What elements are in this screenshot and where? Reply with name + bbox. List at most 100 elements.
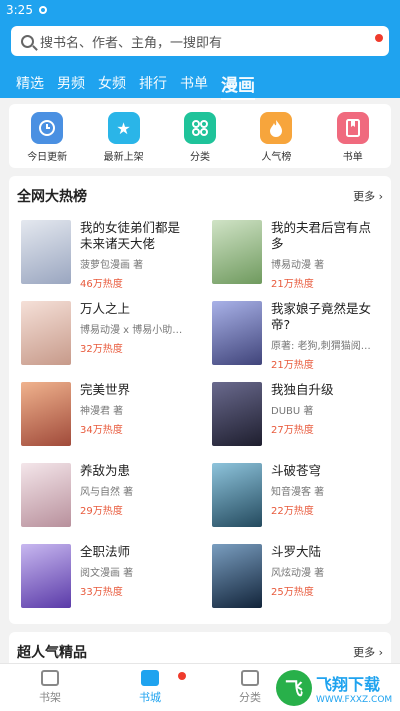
book-cover xyxy=(21,301,71,365)
book-item[interactable]: 斗破苍穹知音漫客 著 22万热度 xyxy=(200,459,390,531)
book-heat: 32万热度 xyxy=(80,344,123,355)
hot-ranking-section: 全网大热榜 更多 › 我的女徒弟们都是未来诸天大佬菠萝包漫画 著 46万热度 我的… xyxy=(9,176,391,624)
more-link[interactable]: 更多 › xyxy=(353,644,383,660)
search-input[interactable]: 搜书名、作者、主角，一搜即有 xyxy=(11,26,389,56)
book-author: DUBU 著 xyxy=(271,406,314,417)
book-item[interactable]: 全职法师阅文漫画 著 33万热度 xyxy=(9,540,199,612)
book-heat: 25万热度 xyxy=(271,587,314,598)
search-icon xyxy=(21,34,34,48)
book-heat: 34万热度 xyxy=(80,425,123,436)
watermark-text: 飞翔下载 xyxy=(316,675,381,694)
book-author: 博易动漫 x 博易小助手... xyxy=(80,325,188,336)
book-author: 风与自然 著 xyxy=(80,487,134,498)
book-title: 我家娘子竟然是女帝? xyxy=(271,301,372,332)
book-author: 知音漫客 著 xyxy=(271,487,325,498)
shortcut-category[interactable]: 分类 xyxy=(165,112,235,168)
book-item[interactable]: 斗罗大陆风炫动漫 著 25万热度 xyxy=(200,540,390,612)
grid-icon xyxy=(241,670,259,686)
shortcut-today-update[interactable]: 今日更新 xyxy=(12,112,82,168)
book-heat: 27万热度 xyxy=(271,425,314,436)
book-item[interactable]: 养敌为患风与自然 著 29万热度 xyxy=(9,459,199,531)
shortcut-booklist[interactable]: 书单 xyxy=(318,112,388,168)
book-cover xyxy=(21,382,71,446)
book-title: 我的夫君后宫有点多 xyxy=(271,220,372,251)
notification-icon xyxy=(38,6,47,14)
book-heat: 22万热度 xyxy=(271,506,314,517)
watermark: 飞 飞翔下载 WWW.FXXZ.COM xyxy=(276,668,394,708)
tab-female[interactable]: 女频 xyxy=(98,73,126,93)
nav-label: 分类 xyxy=(239,691,261,704)
book-author: 风炫动漫 著 xyxy=(271,568,325,579)
book-cover xyxy=(21,544,71,608)
book-heat: 33万热度 xyxy=(80,587,123,598)
nav-bookstore[interactable]: 书城 xyxy=(100,664,200,711)
book-cover xyxy=(212,544,262,608)
book-cover xyxy=(212,382,262,446)
shortcut-label: 书单 xyxy=(342,152,363,163)
book-author: 博易动漫 著 xyxy=(271,260,325,271)
header: 搜书名、作者、主角，一搜即有 精选 男频 女频 排行 书单 漫画 xyxy=(0,20,400,100)
book-title: 完美世界 xyxy=(80,382,131,397)
book-title: 我独自升级 xyxy=(271,382,334,397)
search-placeholder: 搜书名、作者、主角，一搜即有 xyxy=(40,35,223,51)
book-heat: 29万热度 xyxy=(80,506,123,517)
more-link[interactable]: 更多 › xyxy=(353,188,383,204)
watermark-logo-icon: 飞 xyxy=(276,670,312,706)
shortcut-popular[interactable]: 人气榜 xyxy=(241,112,311,168)
book-author: 原著: 老狗,刺猬猫阅读,... xyxy=(271,341,379,352)
book-icon xyxy=(336,112,369,144)
book-item[interactable]: 我的女徒弟们都是未来诸天大佬菠萝包漫画 著 46万热度 xyxy=(9,216,199,290)
nav-label: 书城 xyxy=(139,691,161,704)
fire-icon xyxy=(260,112,293,144)
tab-ranking[interactable]: 排行 xyxy=(139,73,167,93)
status-time: 3:25 xyxy=(6,3,33,17)
status-bar: 3:25 xyxy=(0,0,400,20)
nav-bookshelf[interactable]: 书架 xyxy=(0,664,100,711)
tab-male[interactable]: 男频 xyxy=(57,73,85,93)
book-heat: 21万热度 xyxy=(271,279,314,290)
bookshelf-icon xyxy=(41,670,59,686)
book-title: 全职法师 xyxy=(80,544,131,559)
star-box-icon: ★ xyxy=(107,112,140,144)
nav-label: 书架 xyxy=(39,691,61,704)
tab-featured[interactable]: 精选 xyxy=(16,73,44,93)
top-tabs: 精选 男频 女频 排行 书单 漫画 xyxy=(0,68,400,100)
book-cover xyxy=(212,220,262,284)
book-cover xyxy=(21,220,71,284)
shortcut-new-arrivals[interactable]: ★ 最新上架 xyxy=(89,112,159,168)
section-title: 全网大热榜 xyxy=(17,189,87,205)
book-author: 菠萝包漫画 著 xyxy=(80,260,144,271)
book-title: 斗罗大陆 xyxy=(271,544,322,559)
book-title: 养敌为患 xyxy=(80,463,131,478)
tab-comics[interactable]: 漫画 xyxy=(221,71,255,100)
book-item[interactable]: 万人之上博易动漫 x 博易小助手... 32万热度 xyxy=(9,297,199,369)
book-item[interactable]: 我家娘子竟然是女帝? 原著: 老狗,刺猬猫阅读,... 21万热度 xyxy=(200,297,390,371)
grid-icon xyxy=(183,112,216,144)
shortcut-label: 分类 xyxy=(189,152,210,163)
book-item[interactable]: 完美世界神漫君 著 34万热度 xyxy=(9,378,199,450)
book-item[interactable]: 我的夫君后宫有点多博易动漫 著 21万热度 xyxy=(200,216,390,290)
book-author: 神漫君 著 xyxy=(80,406,124,417)
section-header: 全网大热榜 更多 › xyxy=(9,176,391,216)
book-heat: 21万热度 xyxy=(271,360,314,371)
section-title: 超人气精品 xyxy=(17,645,87,661)
book-cover xyxy=(212,301,262,365)
book-title: 我的女徒弟们都是未来诸天大佬 xyxy=(80,220,181,251)
book-author: 阅文漫画 著 xyxy=(80,568,134,579)
notification-dot-icon xyxy=(178,672,186,680)
book-cover xyxy=(21,463,71,527)
shortcut-label: 最新上架 xyxy=(103,152,144,163)
clock-icon xyxy=(31,112,64,144)
shortcut-label: 人气榜 xyxy=(261,152,292,163)
book-title: 斗破苍穹 xyxy=(271,463,322,478)
book-heat: 46万热度 xyxy=(80,279,123,290)
book-title: 万人之上 xyxy=(80,301,131,316)
notification-dot-icon xyxy=(375,34,383,42)
shortcut-label: 今日更新 xyxy=(27,152,68,163)
shortcut-bar: 今日更新 ★ 最新上架 分类 人气榜 书单 xyxy=(9,104,391,168)
watermark-url: WWW.FXXZ.COM xyxy=(316,695,393,705)
book-item[interactable]: 我独自升级 DUBU 著 27万热度 xyxy=(200,378,390,450)
tab-booklist[interactable]: 书单 xyxy=(180,73,208,93)
home-icon xyxy=(141,670,159,686)
book-cover xyxy=(212,463,262,527)
